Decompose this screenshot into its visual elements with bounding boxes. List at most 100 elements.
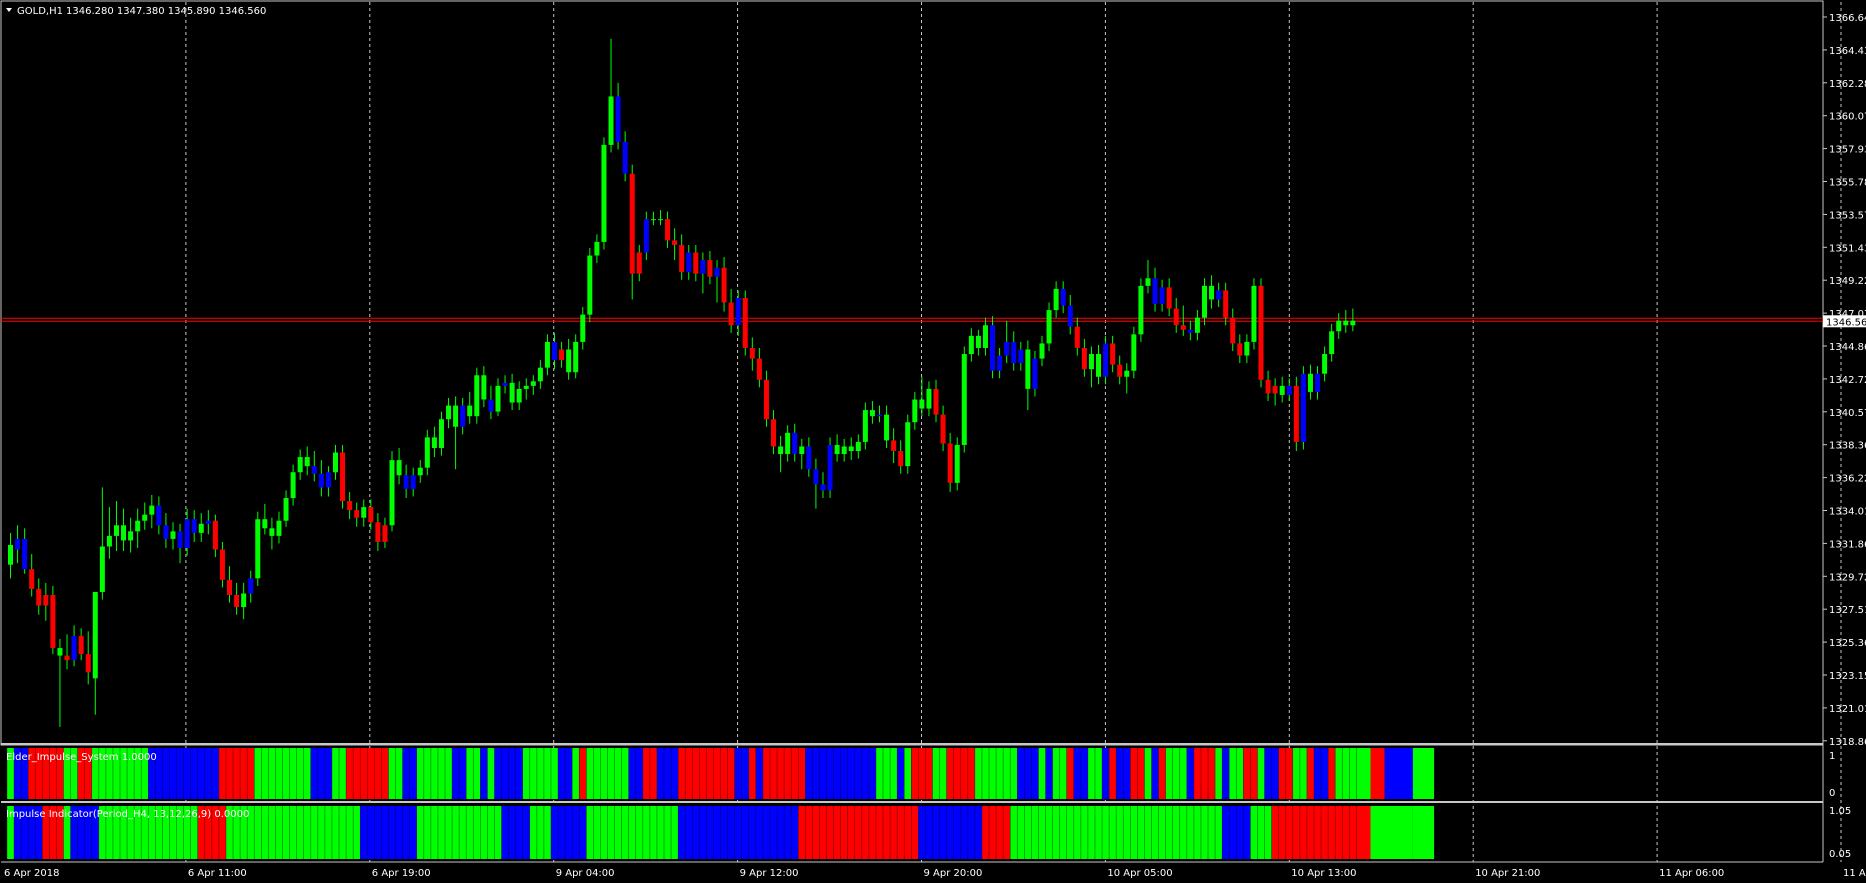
candle-body: [862, 410, 868, 442]
candle-body: [191, 519, 197, 533]
elder-impulse-bar: [875, 748, 898, 799]
candle-body: [841, 446, 847, 455]
candle-body: [756, 358, 762, 380]
candle-body: [1025, 349, 1031, 389]
candle-body: [382, 525, 388, 542]
elder-impulse-bar: [1222, 748, 1230, 799]
candle-body: [1315, 373, 1321, 392]
candle-body: [71, 635, 77, 661]
candle-body: [1159, 287, 1165, 305]
candle-body: [693, 252, 699, 274]
candle-body: [248, 578, 254, 594]
price-tick-label: 1329.720: [1829, 572, 1866, 583]
candle-body: [629, 173, 635, 274]
candle-body: [1053, 288, 1059, 311]
candle-body: [763, 379, 769, 420]
candle-body: [325, 472, 331, 488]
elder-impulse-bar: [1257, 748, 1265, 799]
price-tick-label: 1338.365: [1829, 441, 1866, 452]
candle-body: [544, 341, 550, 368]
candle-body: [1329, 331, 1335, 355]
candle-body: [92, 591, 98, 679]
impulse-indicator-bar: [1412, 806, 1435, 859]
impulse-indicator-bar: [798, 806, 919, 859]
price-tick-label: 1364.430: [1829, 46, 1866, 57]
price-tick-label: 1355.785: [1829, 178, 1866, 189]
candle-body: [502, 382, 508, 386]
candle-body: [1032, 358, 1038, 389]
elder-impulse-bar: [579, 748, 587, 799]
candle-body: [269, 528, 275, 536]
candle-body: [1096, 354, 1102, 377]
impulse-indicator-bar: [529, 806, 551, 859]
candle-body: [340, 452, 346, 502]
candle-body: [1322, 354, 1328, 374]
candle-body: [686, 252, 692, 273]
elder-indicator-label[interactable]: Elder_Impulse_System 1.0000: [6, 752, 157, 763]
candle-body: [163, 525, 169, 539]
candle-body: [311, 466, 317, 474]
time-tick-label: 9 Apr 04:00: [556, 868, 615, 879]
elder-impulse-bar: [1109, 748, 1117, 799]
candle-body: [106, 535, 112, 547]
impulse-indicator-bar: [550, 806, 587, 859]
candle-body: [559, 349, 565, 361]
candle-body: [813, 469, 819, 485]
candle-body: [530, 381, 536, 386]
time-tick-label: 6 Apr 2018: [4, 868, 59, 879]
candle-body: [99, 546, 105, 592]
elder-impulse-bar: [487, 748, 495, 799]
candle-body: [453, 405, 459, 427]
price-tick-label: 1325.365: [1829, 638, 1866, 649]
candle-body: [446, 405, 452, 420]
candle-body: [601, 144, 607, 242]
candle-body: [15, 538, 21, 550]
candle-body: [255, 519, 261, 579]
elder-impulse-bar: [1165, 748, 1187, 799]
candle-body: [1011, 341, 1017, 364]
candle-body: [735, 297, 741, 326]
price-tick-label: 1323.155: [1829, 671, 1866, 682]
candle-body: [1117, 364, 1123, 377]
candle-body: [714, 267, 720, 277]
candle-body: [926, 388, 932, 409]
price-tick-label: 1360.075: [1829, 112, 1866, 123]
candle-body: [1180, 325, 1186, 330]
candle-body: [1145, 278, 1151, 286]
candle-body: [467, 405, 473, 417]
candle-body: [679, 244, 685, 273]
elder-impulse-bar: [1038, 748, 1046, 799]
candle-body: [523, 385, 529, 389]
candle-body: [128, 531, 134, 541]
candle-body: [410, 475, 416, 489]
impulse-indicator-bar: [1370, 806, 1413, 859]
candle-body: [417, 467, 423, 476]
candle-body: [1004, 341, 1010, 356]
candle-body: [431, 437, 437, 448]
impulse-indicator-label[interactable]: Impulse Indicator(Period_H4, 13,12,26,9)…: [6, 809, 249, 820]
candle-body: [142, 514, 148, 521]
candle-body: [516, 388, 522, 403]
candle-body: [940, 414, 946, 444]
candle-body: [1018, 349, 1024, 364]
chart-svg[interactable]: 1366.640 1364.430 1362.285 1360.075 1357.930…: [0, 0, 1866, 883]
candle-body: [954, 444, 960, 483]
candle-body: [481, 375, 487, 400]
impulse-indicator-bar: [1250, 806, 1272, 859]
candle-body: [375, 522, 381, 542]
price-tick-label: 1353.575: [1829, 210, 1866, 221]
price-tick-label: 1344.865: [1829, 342, 1866, 353]
candle-body: [184, 519, 190, 549]
candle-body: [474, 375, 480, 417]
candle-body: [1152, 278, 1158, 305]
candle-body: [50, 594, 56, 649]
candle-body: [1300, 373, 1306, 442]
elder-impulse-bar: [904, 748, 912, 799]
time-tick-label: 9 Apr 20:00: [924, 868, 983, 879]
candle-body: [121, 525, 127, 541]
elder-impulse-bar: [656, 748, 679, 799]
candle-body: [898, 451, 904, 467]
candle-body: [919, 399, 925, 409]
symbol-label[interactable]: GOLD,H1: [17, 6, 63, 17]
candle-body: [297, 457, 303, 473]
